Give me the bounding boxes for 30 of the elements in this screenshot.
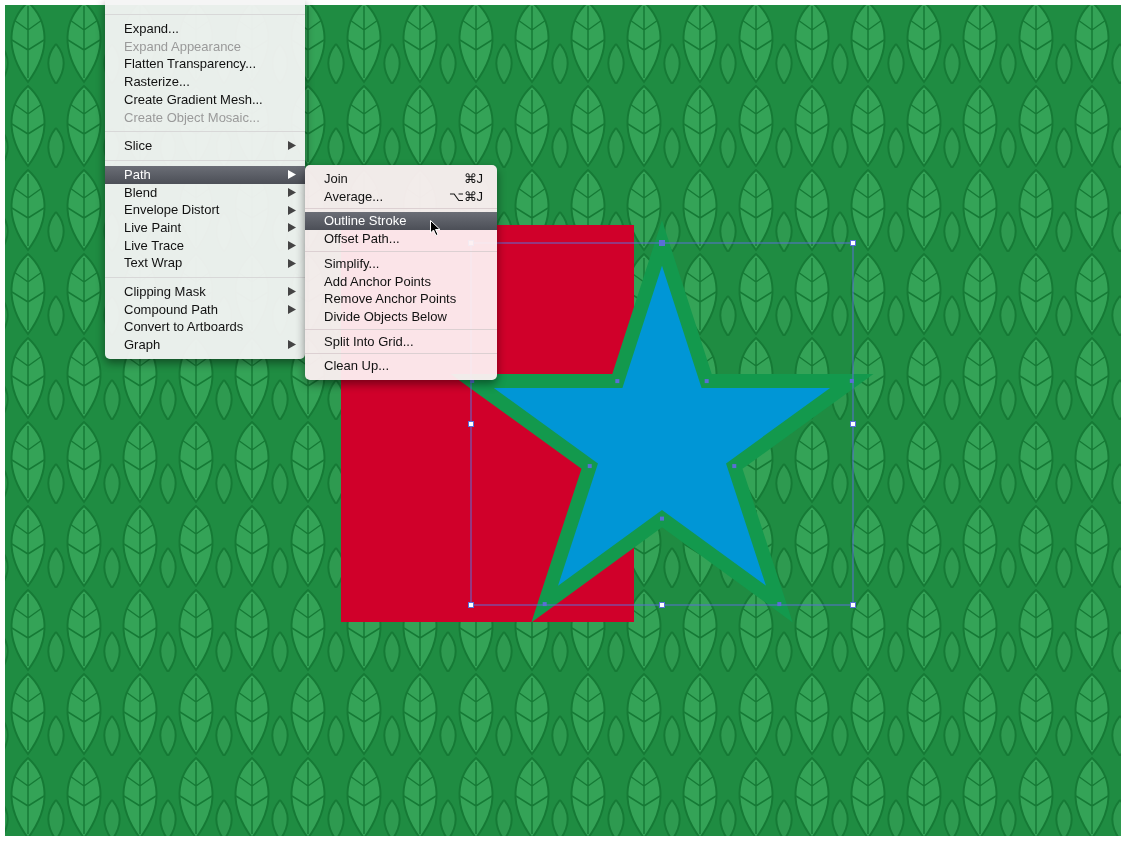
menu-item[interactable]: Clean Up... bbox=[305, 357, 497, 375]
menu-item[interactable]: Slice bbox=[105, 137, 305, 155]
menu-item[interactable]: Outline Stroke bbox=[305, 212, 497, 231]
menu-item[interactable]: Live Paint bbox=[105, 218, 305, 237]
menu-item[interactable]: Text Wrap bbox=[105, 254, 305, 272]
menu-item[interactable]: Split Into Grid... bbox=[305, 332, 497, 351]
menu-item[interactable]: Average... ⌥⌘J bbox=[305, 187, 497, 206]
menu-item[interactable]: Divide Objects Below bbox=[305, 307, 497, 326]
arrow-cursor-icon bbox=[430, 220, 441, 237]
shortcut-label: ⌥⌘J bbox=[448, 187, 483, 206]
menu-item[interactable]: Blend bbox=[105, 183, 305, 202]
submenu-arrow-icon bbox=[288, 340, 296, 350]
menu-item[interactable]: Compound Path bbox=[105, 300, 305, 319]
menu-item[interactable]: Envelope Distort bbox=[105, 201, 305, 219]
shortcut-label: ⌘J bbox=[463, 170, 483, 189]
menu-item[interactable]: Expand... bbox=[105, 20, 305, 38]
menu-item[interactable]: Join ⌘J bbox=[305, 170, 497, 188]
menu-item[interactable]: Flatten Transparency... bbox=[105, 55, 305, 74]
menu-item[interactable]: Rasterize... bbox=[105, 73, 305, 91]
menu-item[interactable]: Add Anchor Points bbox=[305, 272, 497, 291]
menu-item[interactable]: Clipping Mask bbox=[105, 282, 305, 301]
menu-item[interactable]: Live Trace bbox=[105, 236, 305, 255]
menu-item[interactable]: Offset Path... bbox=[305, 230, 497, 248]
menu-item[interactable]: Create Gradient Mesh... bbox=[105, 90, 305, 109]
menu-item[interactable]: Remove Anchor Points bbox=[305, 290, 497, 308]
menu-item[interactable]: Path bbox=[105, 165, 305, 184]
menu-item[interactable]: Simplify... bbox=[305, 254, 497, 273]
menu-item[interactable]: Graph bbox=[105, 336, 305, 354]
menu-item[interactable]: Convert to Artboards bbox=[105, 318, 305, 336]
submenu-arrow-icon bbox=[288, 141, 296, 151]
